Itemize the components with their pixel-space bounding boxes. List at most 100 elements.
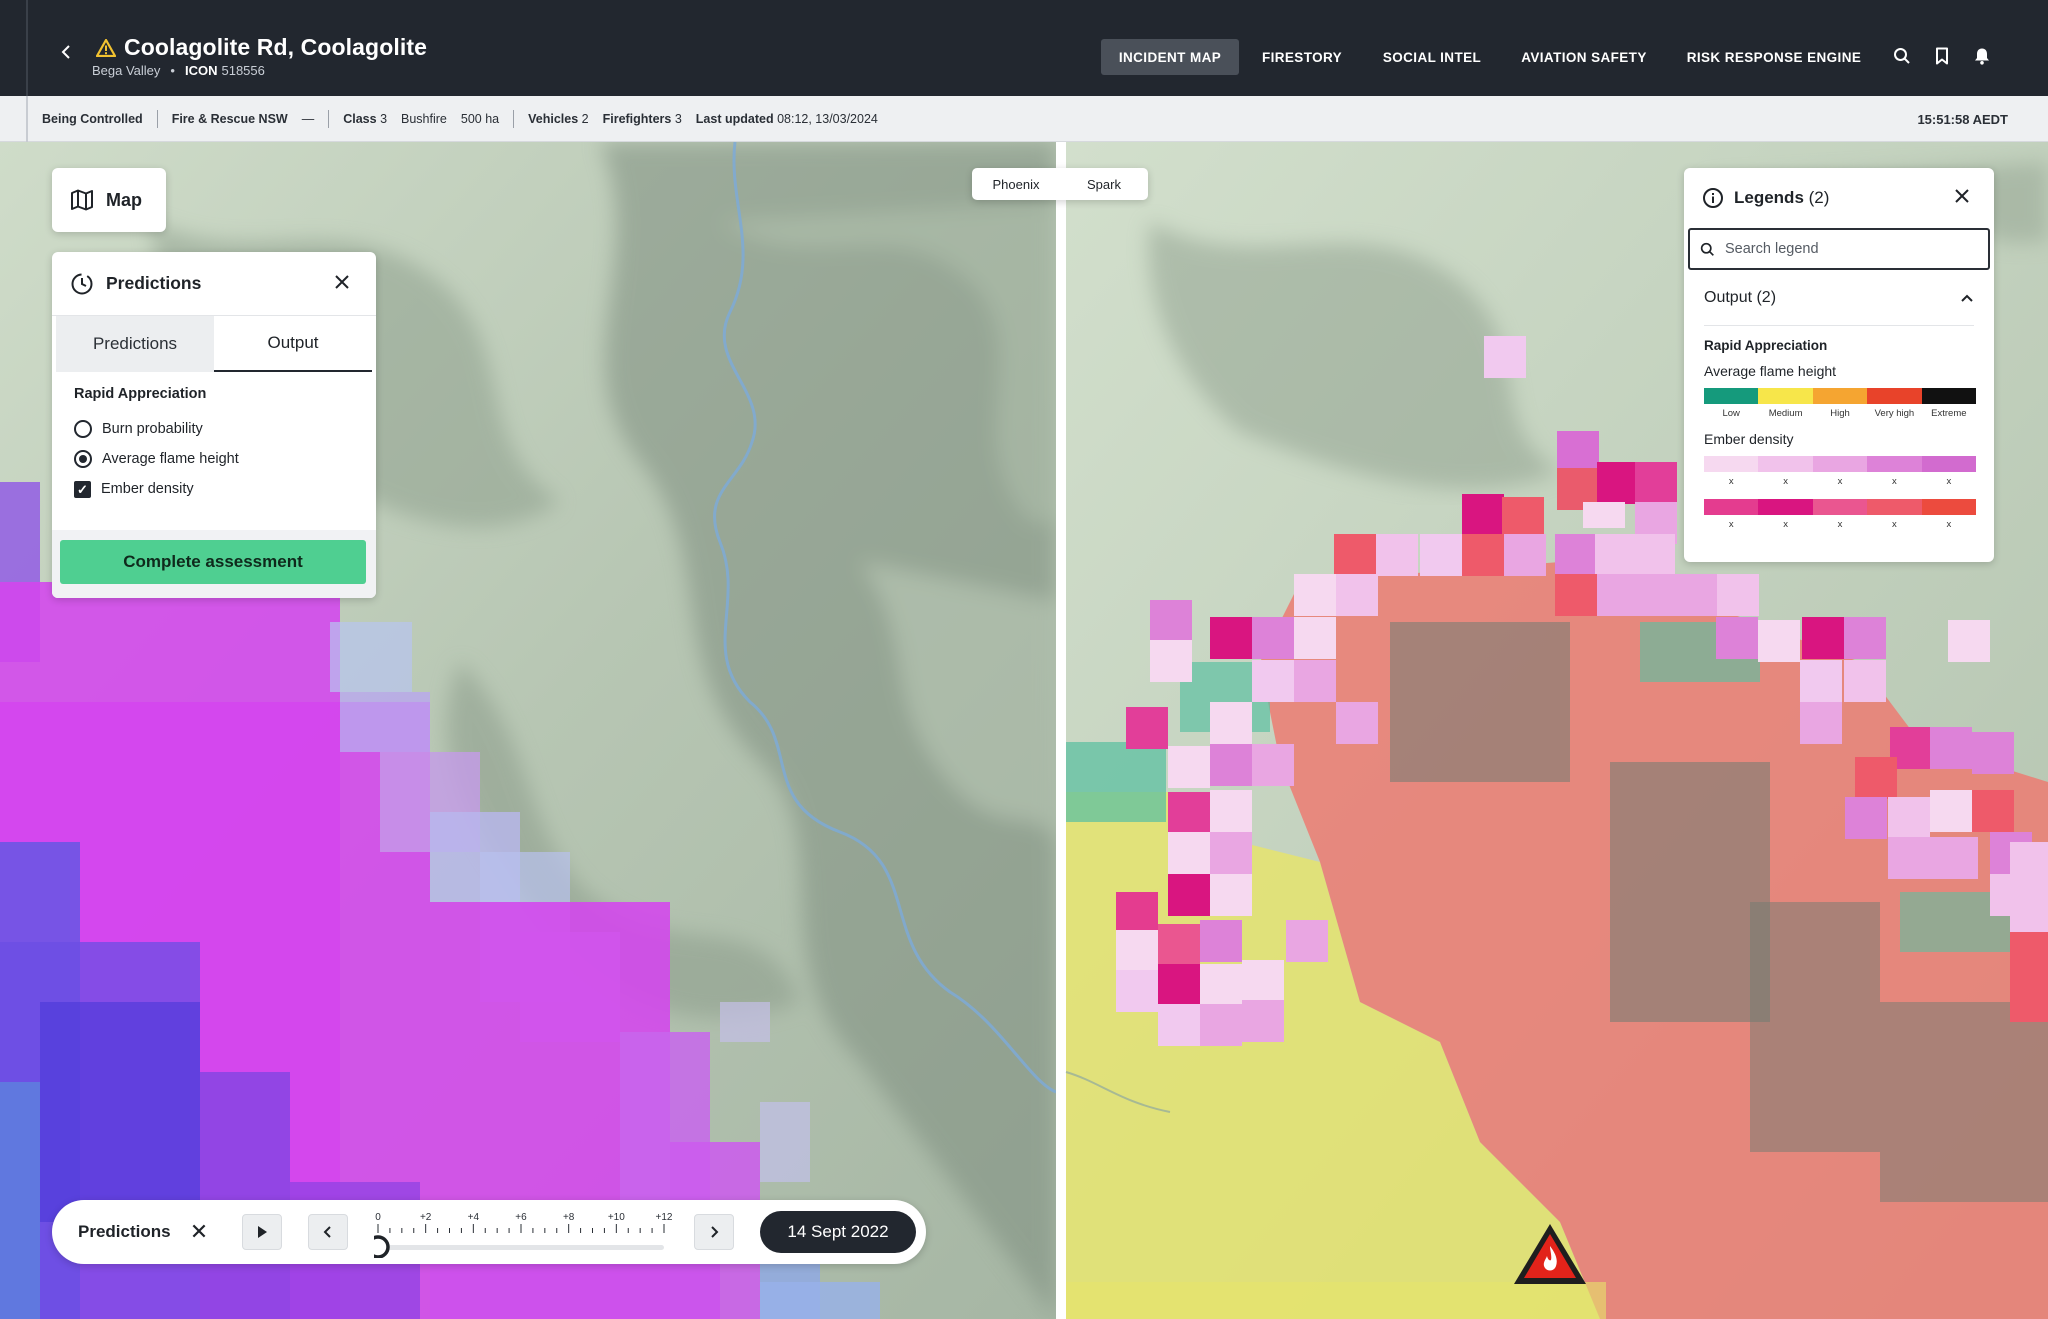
option-label: Ember density	[101, 481, 194, 497]
phoenix-toggle[interactable]: Phoenix	[972, 168, 1060, 200]
legends-panel: Legends (2) Output (2) Rapid Appreciatio…	[1684, 168, 1994, 562]
predictions-tabs: Predictions Output	[56, 316, 372, 372]
icon-code-number: 518556	[221, 63, 265, 78]
option-burn-probability[interactable]: Burn probability	[74, 414, 354, 444]
legends-count: (2)	[1808, 188, 1830, 207]
chevron-up-icon[interactable]	[1960, 293, 1974, 303]
predictions-panel-header: Predictions	[52, 252, 376, 316]
status-details: Being Controlled Fire & Rescue NSW — Cla…	[42, 96, 878, 142]
ember-density-swatch	[1704, 456, 1759, 472]
legend-search-input[interactable]	[1725, 241, 1975, 257]
ember-density-label: x	[1946, 476, 1952, 487]
radio-button-selected[interactable]	[74, 450, 92, 468]
separator	[328, 110, 330, 128]
close-icon[interactable]	[1954, 188, 1970, 204]
legends-header: Legends (2)	[1684, 168, 1994, 228]
timeline-date[interactable]: 14 Sept 2022	[760, 1211, 916, 1253]
vehicles-value: 2	[581, 112, 589, 126]
legend-group-title: Rapid Appreciation	[1704, 338, 1828, 353]
ember-density-label: x	[1892, 476, 1897, 487]
predictions-options: Rapid Appreciation Burn probability Aver…	[52, 372, 376, 504]
close-icon[interactable]	[334, 274, 350, 290]
ember-density-label: Ember density	[1704, 431, 1794, 447]
updated-label: Last updated	[695, 112, 774, 126]
search-icon	[1700, 242, 1714, 256]
play-button[interactable]	[242, 1214, 282, 1250]
bookmark-button[interactable]	[1930, 44, 1954, 68]
tab-social-intel[interactable]: SOCIAL INTEL	[1375, 39, 1489, 75]
output-section-header[interactable]: Output (2)	[1704, 270, 1974, 326]
incident-status-bar: Being Controlled Fire & Rescue NSW — Cla…	[0, 96, 2048, 142]
flame-height-swatch	[1867, 388, 1922, 404]
updated-value: 08:12, 13/03/2024	[777, 112, 878, 126]
status-agency: Fire & Rescue NSW	[171, 112, 288, 126]
split-divider[interactable]	[1056, 142, 1066, 1319]
spark-toggle[interactable]: Spark	[1060, 168, 1148, 200]
flame-height-ramp	[1704, 388, 1977, 404]
timeline-tick-label: +10	[608, 1212, 625, 1223]
tab-incident-map[interactable]: INCIDENT MAP	[1101, 39, 1239, 75]
timeline-tick-label: +2	[420, 1212, 432, 1223]
incident-title: Coolagolite Rd, Coolagolite	[96, 34, 427, 61]
timeline-tick-label: +4	[468, 1212, 480, 1223]
tab-firestory[interactable]: FIRESTORY	[1249, 39, 1355, 75]
ember-density-label: x	[1783, 519, 1788, 530]
timeline-tick-label: 0	[375, 1212, 381, 1223]
notifications-button[interactable]	[1970, 44, 1994, 68]
search-icon	[1894, 48, 1910, 64]
timeline-scale[interactable]: 0 +2 +4 +6 +8 +10 +12	[366, 1208, 674, 1259]
map-icon	[71, 189, 93, 211]
separator	[513, 110, 515, 128]
flame-height-label: Extreme	[1931, 408, 1967, 419]
search-button[interactable]	[1890, 44, 1914, 68]
status-dash: —	[301, 112, 315, 126]
dot-separator: •	[170, 63, 175, 78]
timeline-handle[interactable]	[366, 1235, 390, 1259]
incident-subtitle: Bega Valley • ICON 518556	[92, 63, 265, 78]
split-map-toggle: Phoenix Spark	[972, 168, 1148, 200]
icon-code-label: ICON	[184, 63, 218, 78]
tab-output[interactable]: Output	[214, 316, 372, 372]
radio-button[interactable]	[74, 420, 92, 438]
ember-density-label: x	[1892, 519, 1897, 530]
status-firefighters: Firefighters 3	[603, 112, 682, 126]
ember-density-swatch	[1812, 499, 1868, 515]
legend-search-field[interactable]	[1688, 228, 1990, 270]
timeline-title: Predictions	[78, 1222, 171, 1241]
next-step-button[interactable]	[694, 1214, 734, 1250]
option-label: Burn probability	[102, 421, 203, 437]
ember-density-labels-2: xxxxx	[1704, 519, 1976, 530]
map-layers-button[interactable]: Map	[52, 168, 166, 232]
clock: 15:51:58 AEDT	[1917, 111, 2008, 127]
timeline-track	[378, 1245, 664, 1250]
bookmark-icon	[1936, 47, 1948, 65]
option-label: Average flame height	[102, 451, 239, 467]
previous-step-button[interactable]	[308, 1214, 348, 1250]
flame-height-label: High	[1830, 408, 1850, 419]
option-ember-density[interactable]: ✓ Ember density	[74, 474, 354, 504]
status-class: Class 3	[343, 112, 387, 126]
fire-incident-marker[interactable]	[1510, 1220, 1590, 1290]
ember-density-ramp-2	[1704, 499, 1977, 515]
region-label: Bega Valley	[92, 63, 161, 78]
timeline-tick-labels: 0 +2 +4 +6 +8 +10 +12	[375, 1212, 673, 1223]
chevron-right-icon	[711, 1226, 719, 1238]
flame-height-label: Low	[1722, 408, 1740, 419]
ember-density-swatch	[1867, 456, 1922, 472]
back-button[interactable]	[52, 38, 80, 66]
complete-assessment-button[interactable]: Complete assessment	[60, 540, 366, 584]
tab-risk-response-engine[interactable]: RISK RESPONSE ENGINE	[1680, 39, 1868, 75]
map-button-label: Map	[106, 189, 142, 210]
timeline-slider[interactable]: 0 +2 +4 +6 +8 +10 +12	[366, 1208, 674, 1259]
vehicles-label: Vehicles	[528, 112, 579, 126]
predictions-footer: Complete assessment	[52, 530, 376, 598]
close-icon[interactable]	[190, 1222, 208, 1240]
predictions-timeline: Predictions 0 +2 +4 +6 +8 +10 +12 14 Sept 2022	[52, 1200, 926, 1264]
checkbox-checked[interactable]: ✓	[74, 480, 91, 498]
option-average-flame-height[interactable]: Average flame height	[74, 444, 354, 474]
top-bar: Coolagolite Rd, Coolagolite Bega Valley …	[0, 0, 2048, 96]
ember-density-label: x	[1783, 476, 1788, 487]
tab-predictions[interactable]: Predictions	[56, 316, 214, 372]
legends-title-text: Legends	[1734, 188, 1804, 207]
tab-aviation-safety[interactable]: AVIATION SAFETY	[1510, 39, 1658, 75]
